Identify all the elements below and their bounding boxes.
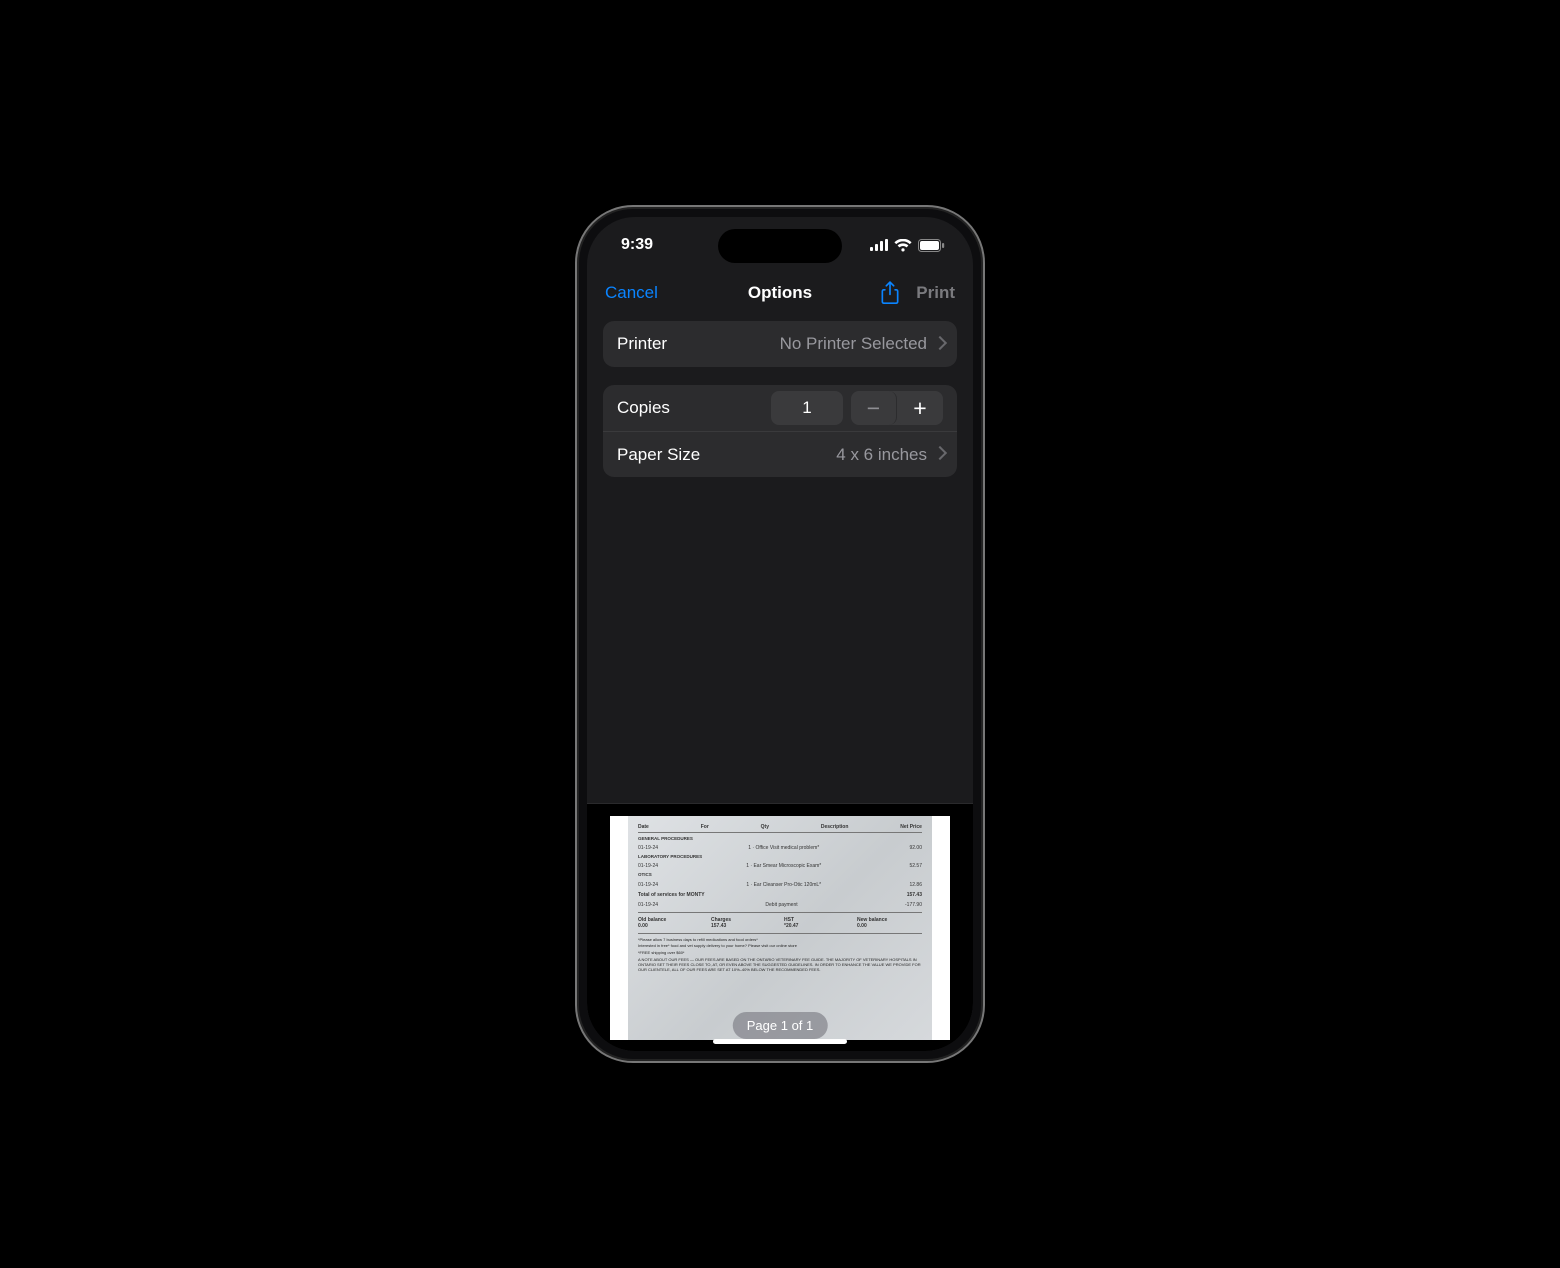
battery-icon [918,239,945,252]
navbar: Cancel Options Print [587,273,973,321]
page-indicator: Page 1 of 1 [733,1012,828,1039]
phone-frame: 9:39 Cancel Options [575,205,985,1063]
copies-row: Copies 1 − + [603,385,957,431]
silence-switch [575,357,577,391]
print-preview[interactable]: Date For Qty Description Net Price GENER… [587,803,973,1051]
printer-label: Printer [617,334,667,354]
cellular-icon [870,239,888,251]
volume-down-button [575,497,577,559]
share-icon[interactable] [880,281,900,305]
printer-value: No Printer Selected [780,334,927,354]
printer-row[interactable]: Printer No Printer Selected [603,321,957,367]
power-button [983,445,985,543]
copies-label: Copies [617,398,670,418]
wifi-icon [894,239,912,252]
page-title: Options [748,283,812,303]
paper-size-value: 4 x 6 inches [836,445,927,465]
dynamic-island [718,229,842,263]
screen: 9:39 Cancel Options [587,217,973,1051]
volume-up-button [575,417,577,479]
copies-stepper: − + [851,391,943,425]
paper-size-label: Paper Size [617,445,700,465]
chevron-right-icon [935,338,943,351]
printer-group: Printer No Printer Selected [603,321,957,367]
copies-count[interactable]: 1 [771,391,843,425]
print-options-group: Copies 1 − + Paper Size 4 x 6 inches [603,385,957,477]
cancel-button[interactable]: Cancel [605,283,658,303]
status-time: 9:39 [621,236,653,254]
print-button[interactable]: Print [916,283,955,303]
chevron-right-icon [935,448,943,461]
copies-increment-button[interactable]: + [897,391,943,425]
paper-size-row[interactable]: Paper Size 4 x 6 inches [603,431,957,477]
preview-page: Date For Qty Description Net Price GENER… [610,816,950,1040]
home-indicator[interactable] [713,1039,847,1044]
copies-decrement-button[interactable]: − [851,391,897,425]
